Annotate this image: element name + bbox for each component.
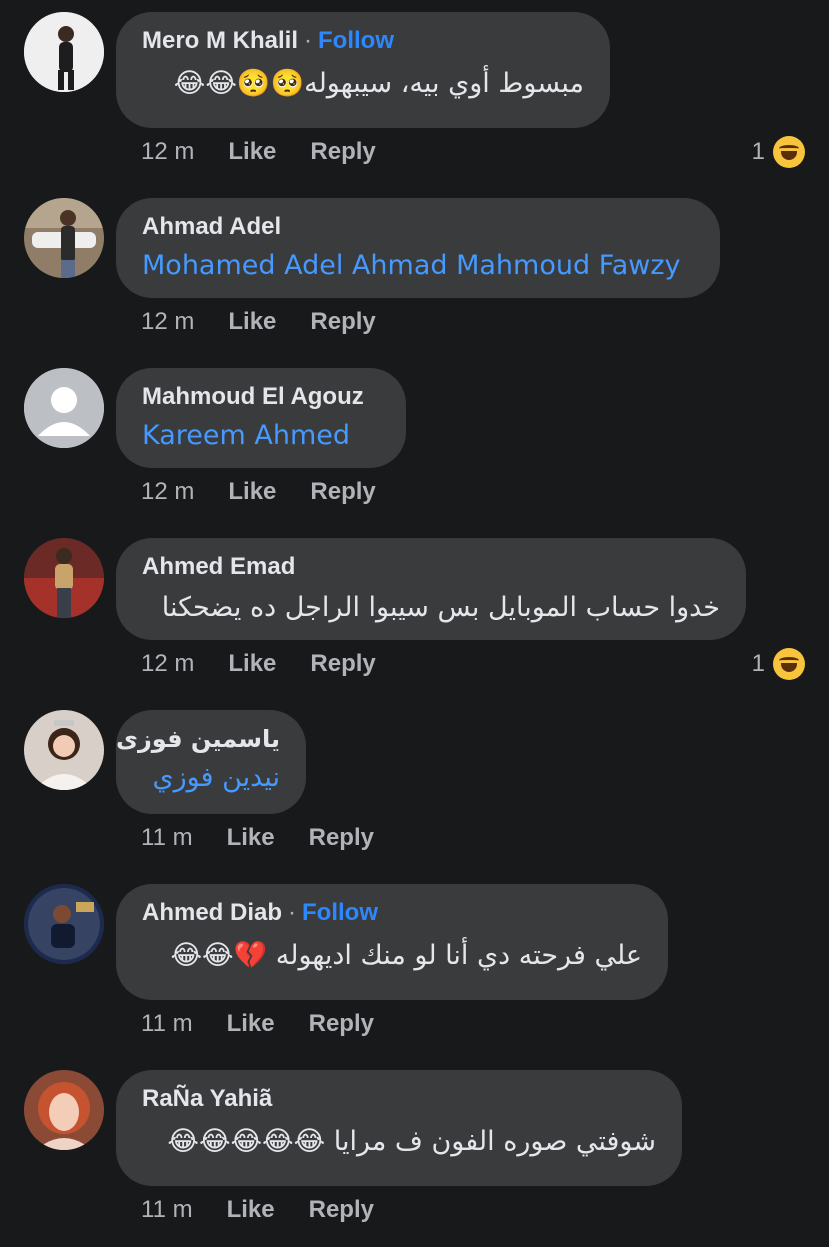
comment-bubble: Ahmed Diab · Follow علي فرحته دي أنا لو من… [116, 884, 668, 1000]
tagged-users-link[interactable]: Mohamed Adel Ahmad Mahmoud Fawzy [142, 246, 694, 286]
comment-time[interactable]: 11 m [141, 824, 193, 852]
avatar[interactable] [24, 12, 104, 92]
comment-actions: 12 m Like Reply [141, 478, 376, 506]
like-button[interactable]: Like [228, 138, 276, 166]
reply-button[interactable]: Reply [310, 308, 375, 336]
tagged-user-link[interactable]: نيدين فوزي [142, 758, 280, 798]
comment-text: مبسوط أوي بيه، سيبهوله🥺🥺😂😂 [173, 68, 584, 99]
comment-actions: 12 m Like Reply [141, 308, 376, 336]
like-button[interactable]: Like [228, 650, 276, 678]
avatar[interactable] [24, 538, 104, 618]
haha-reaction-icon [773, 648, 805, 680]
like-button[interactable]: Like [227, 1196, 275, 1224]
comment-time[interactable]: 12 m [141, 478, 194, 506]
reaction-count: 1 [751, 650, 765, 677]
comment-actions: 11 m Like Reply [141, 1010, 374, 1038]
comment-bubble: Mero M Khalil · Follow مبسوط أوي بيه، سيبه… [116, 12, 610, 128]
avatar[interactable] [24, 1070, 104, 1150]
reply-button[interactable]: Reply [309, 824, 374, 852]
haha-reaction-icon [773, 136, 805, 168]
comment-bubble: RaÑa Yahiã شوفتي صوره الفون ف مرايا 😂😂😂😂… [116, 1070, 682, 1186]
reply-button[interactable]: Reply [310, 650, 375, 678]
reaction-summary[interactable]: 1 [752, 648, 805, 680]
like-button[interactable]: Like [228, 478, 276, 506]
avatar[interactable] [24, 368, 104, 448]
tagged-user-link[interactable]: Kareem Ahmed [142, 416, 380, 456]
reply-button[interactable]: Reply [310, 138, 375, 166]
like-button[interactable]: Like [228, 308, 276, 336]
like-button[interactable]: Like [227, 824, 275, 852]
comment-time[interactable]: 12 m [141, 650, 194, 678]
separator-dot: · [304, 27, 313, 54]
commenter-name[interactable]: Mero M Khalil [142, 27, 298, 54]
avatar[interactable] [24, 884, 104, 964]
comment-text: شوفتي صوره الفون ف مرايا 😂😂😂😂😂 [167, 1126, 656, 1157]
commenter-name[interactable]: Mahmoud El Agouz [142, 383, 364, 410]
comment-bubble: Ahmed Emad خدوا حساب الموبايل بس سيبوا ا… [116, 538, 746, 640]
comment-time[interactable]: 11 m [141, 1010, 193, 1038]
follow-button[interactable]: Follow [302, 899, 378, 926]
comment-time[interactable]: 11 m [141, 1196, 193, 1224]
commenter-name[interactable]: Ahmad Adel [142, 213, 281, 240]
comment-actions: 11 m Like Reply [141, 1196, 374, 1224]
like-button[interactable]: Like [227, 1010, 275, 1038]
reply-button[interactable]: Reply [309, 1010, 374, 1038]
avatar[interactable] [24, 710, 104, 790]
reply-button[interactable]: Reply [309, 1196, 374, 1224]
comment-time[interactable]: 12 m [141, 308, 194, 336]
commenter-name[interactable]: Ahmed Diab [142, 899, 282, 926]
comment-actions: 11 m Like Reply [141, 824, 374, 852]
commenter-name[interactable]: ياسمين فوزى [116, 725, 280, 753]
comment-bubble: ياسمين فوزى نيدين فوزي [116, 710, 306, 814]
reaction-count: 1 [751, 138, 765, 165]
comment-actions: 12 m Like Reply [141, 650, 376, 678]
comment-actions: 12 m Like Reply [141, 138, 376, 166]
reaction-summary[interactable]: 1 [752, 136, 805, 168]
separator-dot: · [288, 899, 297, 926]
reply-button[interactable]: Reply [310, 478, 375, 506]
comment-bubble: Mahmoud El Agouz Kareem Ahmed [116, 368, 406, 468]
comment-time[interactable]: 12 m [141, 138, 194, 166]
comment-text: علي فرحته دي أنا لو منك اديهوله 💔😂😂 [170, 940, 642, 971]
comment-text: خدوا حساب الموبايل بس سيبوا الراجل ده يض… [161, 592, 720, 623]
commenter-name[interactable]: Ahmed Emad [142, 553, 295, 580]
commenter-name[interactable]: RaÑa Yahiã [142, 1085, 272, 1112]
comment-bubble: Ahmad Adel Mohamed Adel Ahmad Mahmoud Fa… [116, 198, 720, 298]
follow-button[interactable]: Follow [318, 27, 394, 54]
avatar[interactable] [24, 198, 104, 278]
